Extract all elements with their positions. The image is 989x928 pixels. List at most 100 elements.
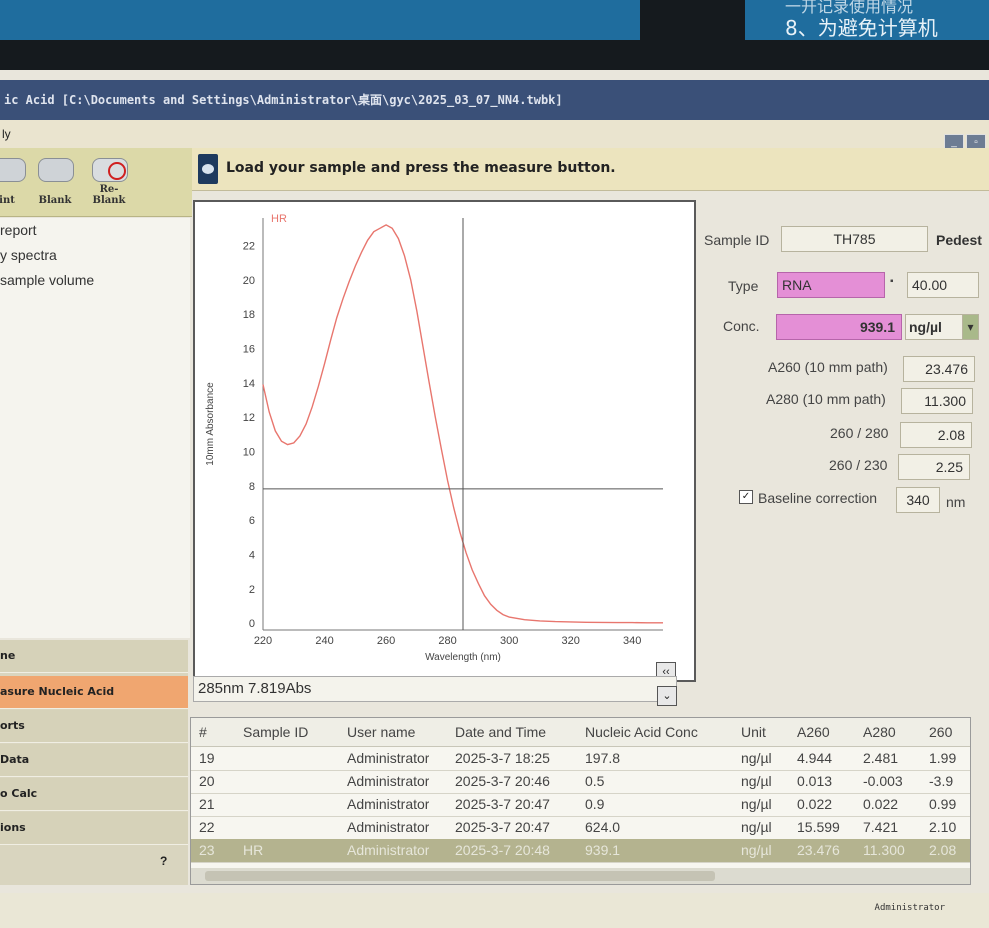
cell-date-time: 2025-3-7 20:46 bbox=[455, 773, 550, 789]
cell-a260: 15.599 bbox=[797, 819, 840, 835]
type-select[interactable]: RNA bbox=[777, 272, 885, 298]
cell-user-name: Administrator bbox=[347, 773, 430, 789]
instruction-text: Load your sample and press the measure b… bbox=[226, 160, 616, 176]
table-hscrollbar[interactable] bbox=[191, 868, 970, 884]
table-row[interactable]: 21 Administrator 2025-3-7 20:47 0.9 ng/µl 0.0… bbox=[191, 793, 970, 817]
unit-dropdown-icon[interactable]: ▾ bbox=[962, 314, 979, 340]
background-window-right: 一开记录使用情况 8、为避免计算机 bbox=[745, 0, 989, 40]
cell-conc: 624.0 bbox=[585, 819, 621, 835]
table-row[interactable]: 19 Administrator 2025-3-7 18:25 197.8 ng/µl 4… bbox=[191, 747, 970, 771]
cell-a280: -0.003 bbox=[863, 773, 903, 789]
chart-ticks: 220 240 260 280 300 320 340 0 2 4 6 8 10 12 14 16 18 20 22 bbox=[243, 240, 642, 647]
readout-expand-button[interactable]: ⌄ bbox=[657, 686, 677, 706]
collapse-button[interactable]: ? bbox=[160, 854, 167, 868]
factor-field[interactable]: 40.00 bbox=[907, 272, 979, 298]
y-tick-label: 0 bbox=[249, 618, 255, 630]
y-tick-label: 22 bbox=[243, 240, 255, 252]
option-sample-volume[interactable]: sample volume bbox=[0, 268, 190, 293]
a260-label: A260 (10 mm path) bbox=[768, 359, 888, 375]
nav-item-calc[interactable]: o Calc bbox=[0, 778, 188, 811]
col-sample-id[interactable]: Sample ID bbox=[243, 724, 308, 740]
sample-id-field[interactable]: TH785 bbox=[781, 226, 928, 252]
cell-index: 20 bbox=[199, 773, 215, 789]
spectrum-svg: 220 240 260 280 300 320 3400246810121416182022… bbox=[205, 213, 663, 663]
table-hscroll-thumb[interactable] bbox=[205, 871, 715, 881]
cell-conc: 939.1 bbox=[585, 842, 621, 858]
cell-ratio: 2.08 bbox=[929, 842, 957, 858]
reblank-button[interactable]: Re-Blank bbox=[84, 154, 134, 210]
col-user-name[interactable]: User name bbox=[347, 724, 415, 740]
cell-user-name: Administrator bbox=[347, 819, 430, 835]
cell-user-name: Administrator bbox=[347, 842, 430, 858]
device-icon bbox=[198, 154, 218, 184]
type-dropdown-icon[interactable]: ▪ bbox=[890, 276, 894, 287]
nav-item-measure-nucleic-acid[interactable]: asure Nucleic Acid bbox=[0, 676, 188, 709]
y-tick-label: 2 bbox=[249, 584, 255, 596]
print-label: int bbox=[0, 195, 15, 206]
nav-item-options[interactable]: ions bbox=[0, 812, 188, 845]
window-title: ic Acid [C:\Documents and Settings\Admin… bbox=[0, 80, 989, 120]
print-button[interactable]: int bbox=[0, 154, 32, 210]
toolbar: int Blank Re-Blank bbox=[0, 148, 192, 217]
cell-a280: 11.300 bbox=[863, 842, 905, 858]
cell-user-name: Administrator bbox=[347, 796, 430, 812]
col-date-time[interactable]: Date and Time bbox=[455, 724, 546, 740]
ratio-260-230-label: 260 / 230 bbox=[829, 457, 888, 473]
a260-value: 23.476 bbox=[903, 356, 975, 382]
nav-item-home[interactable]: ne bbox=[0, 640, 188, 673]
cell-date-time: 2025-3-7 20:48 bbox=[455, 842, 550, 858]
table-row[interactable]: 22 Administrator 2025-3-7 20:47 624.0 ng/µl 1… bbox=[191, 816, 970, 840]
x-axis-label: Wavelength (nm) bbox=[425, 652, 501, 663]
cell-date-time: 2025-3-7 20:47 bbox=[455, 796, 550, 812]
options-list: report y spectra sample volume bbox=[0, 218, 190, 638]
col-index[interactable]: # bbox=[199, 724, 207, 740]
option-report[interactable]: report bbox=[0, 218, 190, 243]
monitor-bezel: 一开记录使用情况 8、为避免计算机 ic Acid [C:\Documents … bbox=[0, 0, 989, 928]
y-tick-label: 14 bbox=[243, 378, 255, 390]
table-row[interactable]: 23 HR Administrator 2025-3-7 20:48 939.1 ng/µ… bbox=[191, 839, 970, 863]
cell-index: 22 bbox=[199, 819, 215, 835]
spectrum-chart[interactable]: 220 240 260 280 300 320 340 0 2 4 6 8 10 12 14 16 18 20 22… bbox=[193, 200, 696, 682]
col-a260[interactable]: A260 bbox=[797, 724, 830, 740]
results-table: # Sample ID User name Date and Time Nucl… bbox=[190, 717, 971, 885]
option-spectra[interactable]: y spectra bbox=[0, 243, 190, 268]
col-a280[interactable]: A280 bbox=[863, 724, 896, 740]
blank-button[interactable]: Blank bbox=[30, 154, 80, 210]
instruction-bar: Load your sample and press the measure b… bbox=[192, 148, 989, 191]
cell-unit: ng/µl bbox=[741, 796, 772, 812]
x-tick-label: 340 bbox=[623, 635, 641, 647]
cell-a280: 7.421 bbox=[863, 819, 899, 835]
cell-conc: 0.5 bbox=[585, 773, 605, 789]
y-tick-label: 16 bbox=[243, 343, 255, 355]
cell-a260: 0.013 bbox=[797, 773, 833, 789]
conc-label: Conc. bbox=[723, 318, 760, 334]
cell-conc: 0.9 bbox=[585, 796, 605, 812]
reblank-label: Re-Blank bbox=[92, 184, 126, 206]
cell-date-time: 2025-3-7 18:25 bbox=[455, 750, 550, 766]
nav-item-reports[interactable]: orts bbox=[0, 710, 188, 743]
nav-item-data[interactable]: Data bbox=[0, 744, 188, 777]
cell-a280: 0.022 bbox=[863, 796, 899, 812]
baseline-unit: nm bbox=[946, 494, 966, 510]
cell-a280: 2.481 bbox=[863, 750, 899, 766]
x-tick-label: 300 bbox=[500, 635, 518, 647]
menu-item[interactable]: ly bbox=[2, 127, 11, 141]
pedestal-label: Pedest bbox=[936, 232, 982, 248]
baseline-checkbox[interactable]: ✓ bbox=[739, 490, 753, 504]
cell-unit: ng/µl bbox=[741, 842, 772, 858]
x-tick-label: 220 bbox=[254, 635, 272, 647]
ratio-260-280-value: 2.08 bbox=[900, 422, 972, 448]
col-nucleic-acid-conc[interactable]: Nucleic Acid Conc bbox=[585, 724, 698, 740]
conc-value: 939.1 bbox=[776, 314, 902, 340]
table-row[interactable]: 20 Administrator 2025-3-7 20:46 0.5 ng/µl 0.0… bbox=[191, 770, 970, 794]
blank-icon bbox=[38, 158, 74, 182]
cell-ratio: 0.99 bbox=[929, 796, 957, 812]
status-bar: Administrator bbox=[0, 893, 989, 928]
baseline-wavelength-field[interactable]: 340 bbox=[896, 487, 940, 513]
sample-id-label: Sample ID bbox=[704, 232, 770, 248]
col-unit[interactable]: Unit bbox=[741, 724, 766, 740]
col-ratio[interactable]: 260 bbox=[929, 724, 952, 740]
conc-unit-select[interactable]: ng/µl bbox=[905, 314, 963, 340]
cell-a260: 23.476 bbox=[797, 842, 840, 858]
x-tick-label: 240 bbox=[315, 635, 333, 647]
